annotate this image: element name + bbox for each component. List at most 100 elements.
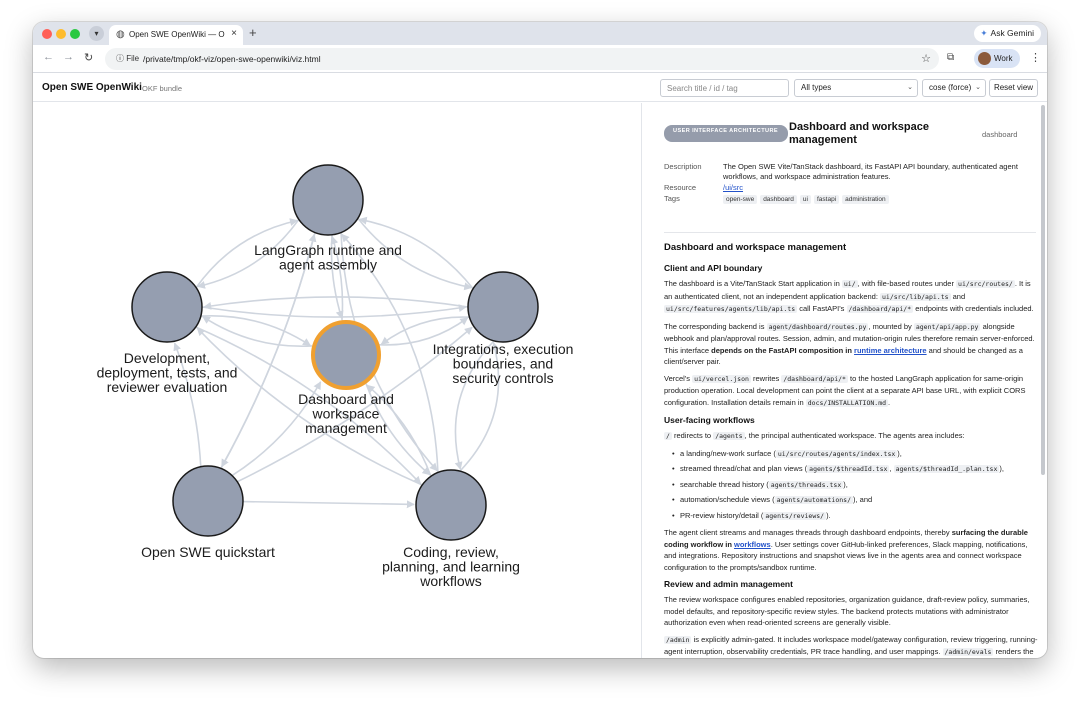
tags-row: Tags open-swe dashboard ui fastapi administr… xyxy=(664,194,1044,204)
search-input[interactable] xyxy=(660,79,789,97)
graph-node-dashboard[interactable]: Dashboard andworkspacemanagement xyxy=(298,320,394,436)
browser-tab[interactable]: ◍ Open SWE OpenWiki — OKF × xyxy=(109,25,243,45)
list-item: searchable thread history (agents/thread… xyxy=(672,479,1038,492)
tag-chip[interactable]: ui xyxy=(799,195,811,204)
profile-label: Work xyxy=(994,54,1013,63)
workflows-link[interactable]: workflows xyxy=(734,540,771,549)
resource-key: Resource xyxy=(664,183,697,192)
graph-nodes: LangGraph runtime andagent assemblyDevel… xyxy=(97,164,574,589)
new-tab-button[interactable]: + xyxy=(249,25,257,40)
chevron-down-icon: ⌄ xyxy=(975,84,981,91)
workflows-paragraph-2: The agent client streams and manages thr… xyxy=(664,528,1028,572)
list-item: streamed thread/chat and plan views (age… xyxy=(672,463,1038,476)
node-circle[interactable] xyxy=(467,271,539,343)
graph-canvas[interactable]: LangGraph runtime and agent assembly Devel… xyxy=(33,103,641,658)
layout-value: cose (force) xyxy=(929,83,972,92)
panel-title: Dashboard and workspace management xyxy=(789,121,929,146)
extensions-icon[interactable]: ⧉ xyxy=(947,52,954,63)
graph-node-coding[interactable]: Coding, review,planning, and learningwor… xyxy=(382,469,520,589)
site-info-chip[interactable]: ⓘ File xyxy=(111,52,144,66)
client-paragraph-1: The dashboard is a Vite/TanStack Start a… xyxy=(664,279,1034,313)
node-label: Open SWE quickstart xyxy=(141,544,275,560)
resource-link[interactable]: /ui/src xyxy=(723,183,1039,193)
node-label: agent assembly xyxy=(279,257,377,273)
client-paragraph-2: The corresponding backend is agent/dashb… xyxy=(664,321,1035,367)
section-heading-workflows: User-facing workflows xyxy=(664,415,755,425)
list-item: PR-review history/detail (agents/reviews… xyxy=(672,510,1038,523)
panel-scrollbar[interactable] xyxy=(1041,105,1045,475)
app-title: Open SWE OpenWiki xyxy=(42,82,142,93)
address-bar[interactable]: ⓘ File /private/tmp/okf-viz/open-swe-ope… xyxy=(105,48,939,70)
node-label: workflows xyxy=(419,573,481,589)
graph-edge xyxy=(242,500,415,509)
runtime-architecture-link[interactable]: runtime architecture xyxy=(854,346,927,355)
avatar xyxy=(978,52,991,65)
app-subtitle: OKF bundle xyxy=(142,84,183,93)
node-circle[interactable] xyxy=(131,271,203,343)
node-label: security controls xyxy=(452,370,553,386)
reset-view-button[interactable]: Reset view xyxy=(989,79,1038,97)
description-key: Description xyxy=(664,162,702,171)
article-heading: Dashboard and workspace management xyxy=(664,242,847,253)
tags-key: Tags xyxy=(664,194,680,203)
node-circle[interactable] xyxy=(311,320,381,390)
article-body: Dashboard and workspace management Clien… xyxy=(664,242,1038,658)
node-circle[interactable] xyxy=(415,469,487,541)
browser-window: ▾ ◍ Open SWE OpenWiki — OKF × + ✦ Ask Gem… xyxy=(33,22,1047,658)
zoom-window-button[interactable] xyxy=(70,29,80,39)
type-filter-value: All types xyxy=(801,83,832,92)
type-badge: USER INTERFACE ARCHITECTURE xyxy=(664,125,788,142)
file-chip-label: File xyxy=(126,54,140,63)
tag-chip[interactable]: fastapi xyxy=(813,195,840,204)
info-icon: ⓘ xyxy=(116,54,127,63)
profile-button[interactable]: Work xyxy=(974,49,1020,68)
section-heading-client: Client and API boundary xyxy=(664,263,763,273)
app-header: Open SWE OpenWiki OKF bundle All types ⌄… xyxy=(33,74,1047,102)
sparkle-icon: ✦ xyxy=(980,28,988,38)
reload-icon[interactable]: ↻ xyxy=(84,51,93,64)
section-heading-review: Review and admin management xyxy=(664,579,793,589)
type-filter-select[interactable]: All types ⌄ xyxy=(794,79,918,97)
detail-panel: USER INTERFACE ARCHITECTURE Dashboard an… xyxy=(641,103,1047,658)
node-circle[interactable] xyxy=(172,465,244,537)
tag-chip[interactable]: open-swe xyxy=(723,195,758,204)
minimize-window-button[interactable] xyxy=(56,29,66,39)
ask-gemini-button[interactable]: ✦ Ask Gemini xyxy=(974,25,1041,42)
ask-gemini-label: Ask Gemini xyxy=(990,28,1034,38)
tab-search-button[interactable]: ▾ xyxy=(89,26,104,41)
list-item: automation/schedule views (agents/automa… xyxy=(672,494,1038,507)
node-label: reviewer evaluation xyxy=(107,379,228,395)
panel-slug: dashboard xyxy=(982,130,1018,139)
forward-arrow-icon[interactable]: → xyxy=(63,51,74,63)
close-window-button[interactable] xyxy=(42,29,52,39)
back-arrow-icon[interactable]: ← xyxy=(43,51,54,63)
description-value: The Open SWE Vite/TanStack dashboard, it… xyxy=(723,162,1018,181)
tags-list: open-swe dashboard ui fastapi administration xyxy=(723,194,1039,204)
tag-chip[interactable]: dashboard xyxy=(760,195,797,204)
node-circle[interactable] xyxy=(292,164,364,236)
workflows-list: a landing/new-work surface (ui/src/route… xyxy=(672,448,1038,523)
kebab-menu-icon[interactable]: ⋮ xyxy=(1030,51,1041,64)
close-icon[interactable]: × xyxy=(231,28,237,39)
graph-node-langgraph[interactable]: LangGraph runtime andagent assembly xyxy=(254,164,402,273)
layout-select[interactable]: cose (force) ⌄ xyxy=(922,79,986,97)
workflows-intro: / redirects to /agents, the principal au… xyxy=(664,431,965,440)
graph-node-quickstart[interactable]: Open SWE quickstart xyxy=(141,465,275,560)
client-paragraph-3: Vercel's ui/vercel.json rewrites /dashbo… xyxy=(664,373,1026,407)
graph-edge xyxy=(201,304,467,318)
list-item: a landing/new-work surface (ui/src/route… xyxy=(672,448,1038,461)
globe-icon: ◍ xyxy=(116,29,125,40)
chevron-down-icon: ⌄ xyxy=(907,84,913,91)
tag-chip[interactable]: administration xyxy=(842,195,889,204)
graph-node-development[interactable]: Development,deployment, tests, andreview… xyxy=(97,271,238,395)
url-text: /private/tmp/okf-viz/open-swe-openwiki/v… xyxy=(143,54,321,64)
browser-toolbar: ← → ↻ ⓘ File /private/tmp/okf-viz/open-s… xyxy=(33,45,1047,73)
chevron-down-icon: ▾ xyxy=(94,29,99,38)
review-paragraph-1: The review workspace configures enabled … xyxy=(664,595,1030,627)
bookmark-star-icon[interactable]: ☆ xyxy=(921,52,931,65)
tab-title: Open SWE OpenWiki — OKF xyxy=(129,30,225,39)
graph-svg[interactable]: LangGraph runtime andagent assemblyDevel… xyxy=(33,103,641,658)
graph-node-integrations[interactable]: Integrations, executionboundaries, andse… xyxy=(433,271,574,386)
description-row: Description The Open SWE Vite/TanStack d… xyxy=(664,162,1044,182)
review-paragraph-2: /admin is explicitly admin-gated. It inc… xyxy=(664,634,1038,656)
